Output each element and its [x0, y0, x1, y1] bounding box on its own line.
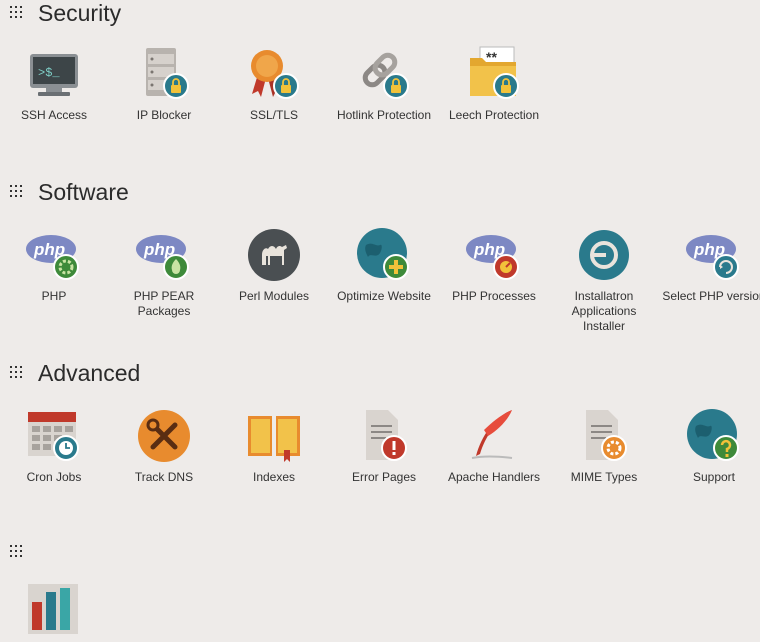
- drag-handle-icon[interactable]: [10, 185, 26, 199]
- indexes-item[interactable]: Indexes: [220, 408, 328, 485]
- section-header-security: Security: [10, 0, 121, 28]
- svg-text:>$_: >$_: [38, 66, 60, 80]
- document-gear-icon: [576, 408, 632, 464]
- item-label: Indexes: [252, 470, 296, 484]
- camel-icon: [246, 227, 302, 283]
- password-folder-icon: **: [466, 46, 522, 102]
- item-label: Perl Modules: [238, 289, 310, 303]
- installatron-icon: [576, 227, 632, 283]
- bar-chart-icon: [26, 580, 82, 636]
- terminal-icon: >$_: [26, 46, 82, 102]
- error-pages-item[interactable]: Error Pages: [330, 408, 438, 485]
- section-header-software: Software: [10, 177, 129, 207]
- section-title: Software: [38, 178, 129, 205]
- drag-handle-icon[interactable]: [10, 545, 26, 559]
- select-php-version-item[interactable]: php Select PHP version: [660, 227, 760, 304]
- mime-types-item[interactable]: MIME Types: [550, 408, 658, 485]
- ssh-access-item[interactable]: >$_ SSH Access: [0, 46, 108, 123]
- item-label: PHP: [41, 289, 67, 303]
- drag-handle-icon[interactable]: [10, 6, 26, 20]
- item-label: PHP Processes: [452, 289, 536, 303]
- perl-modules-item[interactable]: Perl Modules: [220, 227, 328, 304]
- support-item[interactable]: Support: [660, 408, 760, 485]
- item-label: Optimize Website: [337, 289, 431, 303]
- item-label: Apache Handlers: [447, 470, 541, 484]
- section-header-advanced: Advanced: [10, 358, 140, 388]
- hotlink-protection-item[interactable]: Hotlink Protection: [330, 46, 438, 123]
- php-processes-icon: php: [466, 227, 522, 283]
- chain-link-icon: [356, 46, 412, 102]
- ip-blocker-item[interactable]: IP Blocker: [110, 46, 218, 123]
- leech-protection-item[interactable]: ** Leech Protection: [440, 46, 548, 123]
- optimize-website-item[interactable]: Optimize Website: [330, 227, 438, 304]
- item-label: Cron Jobs: [26, 470, 82, 484]
- open-book-icon: [246, 408, 302, 464]
- php-version-icon: php: [686, 227, 742, 283]
- item-label: Installatron Applications Installer: [571, 289, 637, 333]
- drag-handle-icon[interactable]: [10, 366, 26, 380]
- ssl-tls-item[interactable]: SSL/TLS: [220, 46, 328, 123]
- section-header-statistics: [10, 537, 38, 567]
- item-label: Hotlink Protection: [336, 108, 432, 122]
- ssl-certificate-icon: [246, 46, 302, 102]
- apache-handlers-item[interactable]: Apache Handlers: [440, 408, 548, 485]
- globe-plus-icon: [356, 227, 412, 283]
- installatron-item[interactable]: Installatron Applications Installer: [550, 227, 658, 334]
- php-processes-item[interactable]: php PHP Processes: [440, 227, 548, 304]
- item-label: Error Pages: [351, 470, 417, 484]
- item-label: PHP PEAR Packages: [133, 289, 195, 318]
- item-label: SSL/TLS: [249, 108, 299, 122]
- tools-icon: [136, 408, 192, 464]
- apache-feather-icon: [466, 408, 522, 464]
- item-label: Track DNS: [134, 470, 194, 484]
- php-pear-icon: php: [136, 227, 192, 283]
- error-document-icon: [356, 408, 412, 464]
- item-label: IP Blocker: [136, 108, 192, 122]
- php-pear-packages-item[interactable]: php PHP PEAR Packages: [110, 227, 218, 319]
- item-label: Select PHP version: [662, 289, 760, 303]
- section-title: Advanced: [38, 359, 141, 386]
- item-label: SSH Access: [20, 108, 88, 122]
- php-gear-icon: php: [26, 227, 82, 283]
- item-label: Support: [692, 470, 736, 484]
- cron-jobs-item[interactable]: Cron Jobs: [0, 408, 108, 485]
- item-label: MIME Types: [570, 470, 638, 484]
- section-title: Security: [38, 0, 122, 26]
- statistics-item[interactable]: [0, 580, 108, 636]
- item-label: Leech Protection: [448, 108, 540, 122]
- php-item[interactable]: php PHP: [0, 227, 108, 304]
- track-dns-item[interactable]: Track DNS: [110, 408, 218, 485]
- calendar-clock-icon: [26, 408, 82, 464]
- globe-help-icon: [686, 408, 742, 464]
- server-lock-icon: [136, 46, 192, 102]
